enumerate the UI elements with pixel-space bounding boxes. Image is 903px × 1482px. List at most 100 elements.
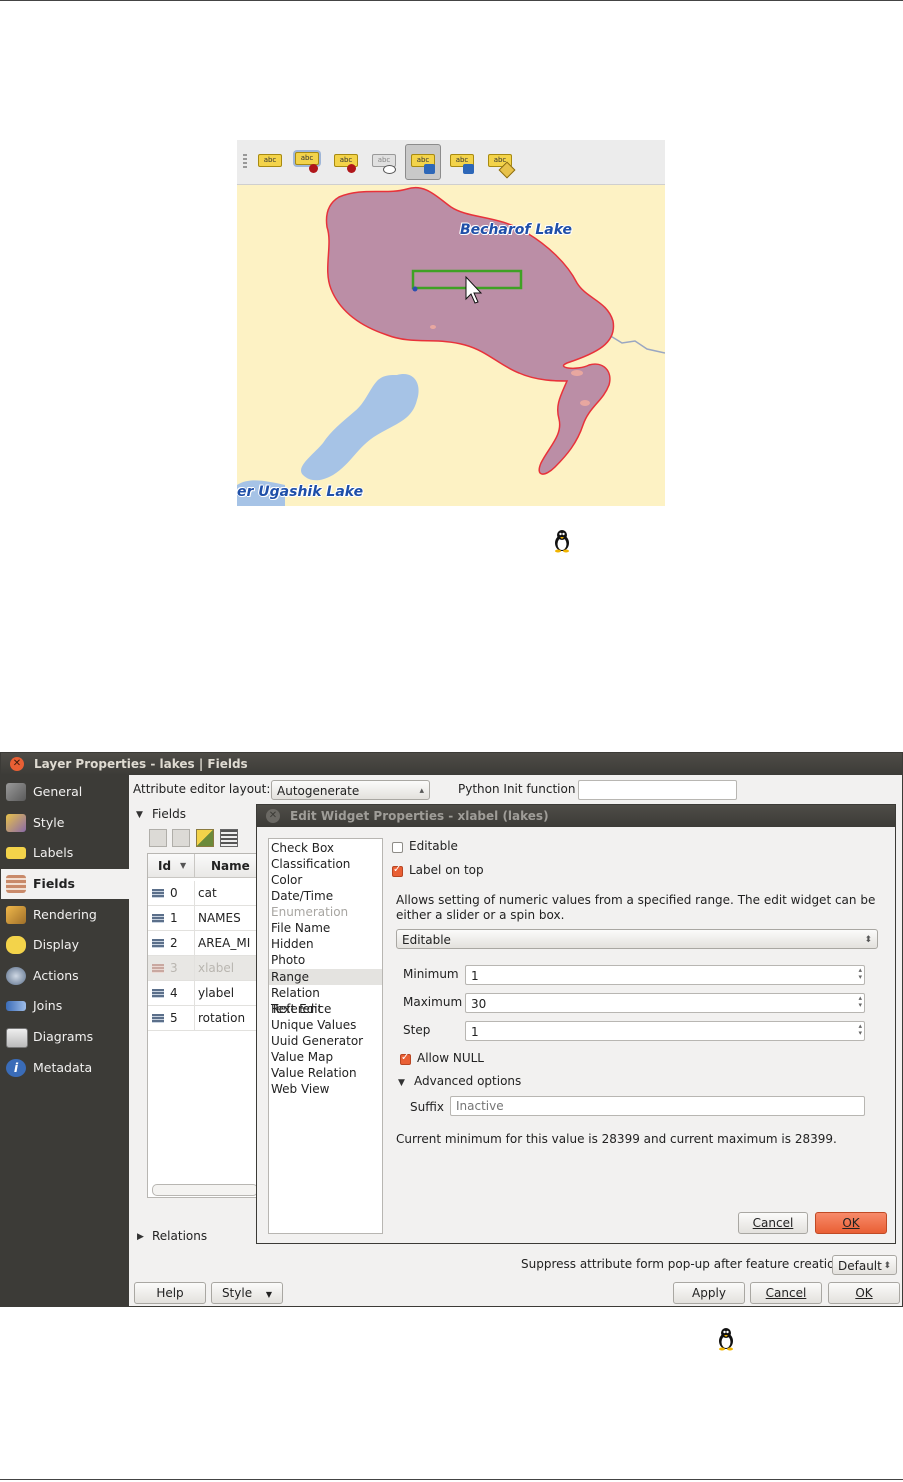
page-top-rule — [0, 0, 903, 1]
suffix-input[interactable] — [450, 1096, 865, 1116]
step-spinbox[interactable]: 1 ▴ ▾ — [465, 1021, 865, 1041]
dialog-cancel-button[interactable]: Cancel — [738, 1212, 808, 1234]
spin-arrows-icon[interactable]: ▴ ▾ — [858, 995, 862, 1009]
sidebar-item-general[interactable]: General — [1, 777, 129, 807]
widget-item-hidden[interactable]: Hidden — [269, 936, 382, 952]
table-row-selected[interactable]: 3 xlabel — [148, 956, 256, 981]
map-canvas[interactable] — [237, 185, 665, 506]
sidebar-item-label: Rendering — [33, 907, 97, 922]
rotate-label-button[interactable]: abc — [447, 148, 477, 176]
ok-button[interactable]: OK — [828, 1282, 900, 1304]
widget-item-value-relation[interactable]: Value Relation — [269, 1065, 382, 1081]
sidebar-item-label: Style — [33, 815, 65, 830]
widget-item-enumeration[interactable]: Enumeration — [269, 904, 382, 920]
general-icon — [6, 783, 26, 801]
sidebar-item-label: Metadata — [33, 1060, 93, 1075]
sidebar-item-metadata[interactable]: i Metadata — [1, 1053, 129, 1083]
horizontal-scrollbar[interactable] — [152, 1184, 256, 1196]
maximum-spinbox[interactable]: 30 ▴ ▾ — [465, 993, 865, 1013]
move-label-button[interactable]: abc — [405, 144, 441, 180]
label-on-top-checkbox[interactable] — [392, 864, 403, 877]
range-mode-select[interactable]: Editable ⬍ — [396, 929, 878, 949]
label-tool-icon: abc — [258, 154, 282, 167]
dialog-close-icon[interactable]: ✕ — [266, 809, 280, 823]
relations-expand-icon[interactable]: ▶ — [137, 1232, 144, 1242]
python-init-label: Python Init function — [458, 782, 576, 796]
table-row[interactable]: 2 AREA_MI — [148, 931, 256, 956]
dropdown-arrow-icon: ▼ — [265, 1290, 273, 1299]
widget-item-uuid-generator[interactable]: Uuid Generator — [269, 1033, 382, 1049]
table-row[interactable]: 4 ylabel — [148, 981, 256, 1006]
row-name: rotation — [198, 1011, 246, 1025]
delete-column-icon[interactable] — [172, 829, 190, 847]
labels-icon — [6, 847, 26, 859]
pin-diagram-button[interactable]: abc — [331, 148, 361, 176]
widget-item-file-name[interactable]: File Name — [269, 920, 382, 936]
toolbar-grip[interactable] — [243, 154, 247, 168]
sidebar-item-actions[interactable]: Actions — [1, 961, 129, 991]
field-calculator-icon[interactable] — [220, 829, 238, 847]
advanced-options-expand-icon[interactable]: ▼ — [398, 1078, 405, 1088]
style-menu-button[interactable]: Style ▼ — [211, 1282, 283, 1304]
edit-mode-icon[interactable] — [196, 829, 214, 847]
dialog-ok-button[interactable]: OK — [815, 1212, 887, 1234]
suppress-popup-label: Suppress attribute form pop-up after fea… — [521, 1257, 843, 1271]
style-button-label: Style — [221, 1286, 253, 1300]
widget-item-photo[interactable]: Photo — [269, 952, 382, 968]
suppress-popup-select[interactable]: Default ⬍ — [832, 1255, 897, 1275]
row-id: 4 — [170, 986, 178, 1000]
new-column-icon[interactable] — [149, 829, 167, 847]
widget-item-classification[interactable]: Classification — [269, 856, 382, 872]
widget-item-web-view[interactable]: Web View — [269, 1081, 382, 1097]
show-hide-label-button[interactable]: abc — [369, 148, 399, 176]
spin-arrows-icon[interactable]: ▴ ▾ — [858, 967, 862, 981]
fields-section-label: Fields — [152, 807, 186, 821]
name-column-header[interactable]: Name — [195, 854, 256, 878]
sidebar-item-display[interactable]: Display — [1, 930, 129, 960]
widget-item-check-box[interactable]: Check Box — [269, 840, 382, 856]
minimum-spinbox[interactable]: 1 ▴ ▾ — [465, 965, 865, 985]
fields-expand-icon[interactable]: ▼ — [136, 810, 143, 820]
sort-desc-icon: ▼ — [180, 861, 187, 870]
widget-item-unique-values[interactable]: Unique Values — [269, 1017, 382, 1033]
pin-red-badge-icon — [347, 164, 356, 173]
edit-widget-properties-dialog: ✕ Edit Widget Properties - xlabel (lakes… — [256, 804, 896, 1244]
attribute-editor-layout-select[interactable]: Autogenerate ▴ — [271, 780, 430, 800]
table-row[interactable]: 5 rotation — [148, 1006, 256, 1031]
relations-section-label: Relations — [152, 1229, 208, 1243]
label-toolbar-figure: abc abc abc abc abc abc abc Becharof Lak… — [237, 140, 665, 506]
widget-item-relation-reference[interactable]: Relation Reference — [269, 985, 382, 1016]
sidebar-item-labels[interactable]: Labels — [1, 838, 129, 868]
widget-item-color[interactable]: Color — [269, 872, 382, 888]
label-toolbar: abc abc abc abc abc abc abc — [237, 140, 665, 185]
current-range-info: Current minimum for this value is 28399 … — [396, 1132, 837, 1146]
allow-null-label: Allow NULL — [417, 1051, 484, 1065]
row-id: 5 — [170, 1011, 178, 1025]
window-close-icon[interactable]: ✕ — [10, 757, 24, 771]
sidebar-item-joins[interactable]: Joins — [1, 991, 129, 1021]
help-button[interactable]: Help — [134, 1282, 206, 1304]
change-label-button[interactable]: abc — [485, 148, 516, 179]
label-tool-button[interactable]: abc — [255, 148, 285, 176]
apply-button[interactable]: Apply — [673, 1282, 745, 1304]
spin-arrows-icon[interactable]: ▴ ▾ — [858, 1023, 862, 1037]
window-title: Layer Properties - lakes | Fields — [34, 757, 248, 771]
cancel-button[interactable]: Cancel — [750, 1282, 822, 1304]
widget-item-date-time[interactable]: Date/Time — [269, 888, 382, 904]
widget-item-value-map[interactable]: Value Map — [269, 1049, 382, 1065]
rendering-icon — [6, 906, 26, 924]
sidebar-item-fields[interactable]: Fields — [1, 869, 129, 899]
pin-label-button[interactable]: abc — [293, 148, 323, 176]
sidebar-item-style[interactable]: Style — [1, 808, 129, 838]
id-column-header[interactable]: Id ▼ — [148, 854, 195, 878]
widget-item-range[interactable]: Range — [269, 969, 382, 985]
python-init-input[interactable] — [578, 780, 737, 800]
sidebar-item-diagrams[interactable]: Diagrams — [1, 1022, 129, 1052]
widget-item-text-edit[interactable]: Text Edit — [269, 1001, 382, 1017]
maximum-label: Maximum — [403, 995, 463, 1009]
table-row[interactable]: 1 NAMES — [148, 906, 256, 931]
allow-null-checkbox[interactable] — [400, 1052, 411, 1065]
table-row[interactable]: 0 cat — [148, 881, 256, 906]
sidebar-item-rendering[interactable]: Rendering — [1, 900, 129, 930]
editable-checkbox[interactable] — [392, 842, 403, 853]
